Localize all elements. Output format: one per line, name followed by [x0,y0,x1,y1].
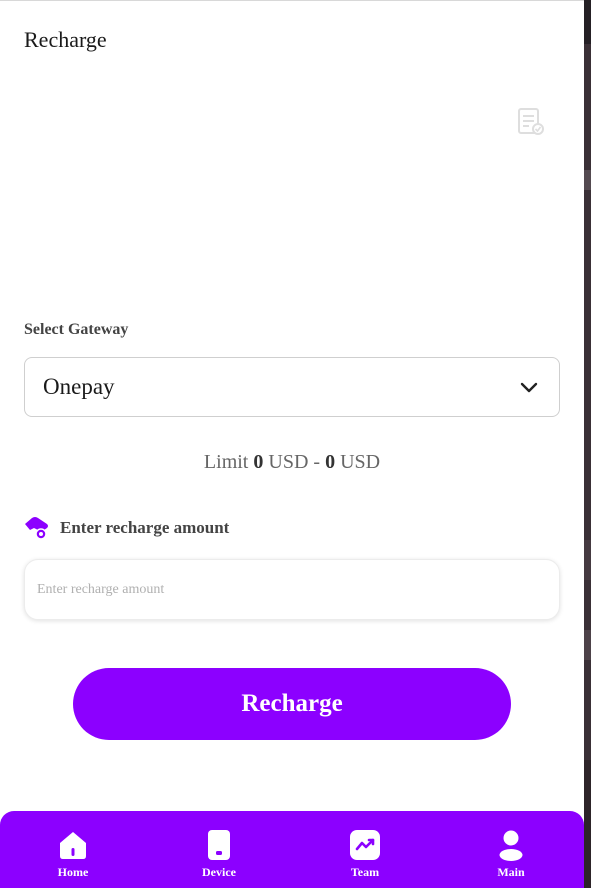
limit-text: Limit 0 USD - 0 USD [0,451,584,474]
limit-min: 0 [253,451,264,473]
home-icon [60,832,86,859]
nav-item-home[interactable]: Home [23,811,123,888]
nav-label-home: Home [57,865,89,879]
amount-label: Enter recharge amount [60,518,230,537]
window-edge [584,0,591,888]
nav-item-device[interactable]: Device [169,811,269,888]
nav-label-main: Main [497,865,525,879]
nav-item-main[interactable]: Main [461,811,561,888]
limit-separator: - [313,451,321,473]
records-list-icon[interactable] [515,107,545,137]
amount-heading: Enter recharge amount [24,515,229,541]
gateway-select[interactable]: Onepay [24,357,560,417]
user-icon [499,830,523,861]
gateway-selected-value: Onepay [43,374,115,399]
limit-prefix: Limit [203,451,249,473]
nav-label-team: Team [350,865,380,879]
limit-min-unit: USD [268,451,309,473]
page-title: Recharge [24,27,107,52]
nav-label-device: Device [202,865,236,879]
recharge-button[interactable]: Recharge [73,668,511,740]
gateway-label: Select Gateway [24,321,129,338]
recharge-page: Recharge Select Gateway Onepay Limit 0 U… [0,0,584,888]
limit-max: 0 [325,451,336,473]
team-chart-icon [350,830,380,860]
amount-input[interactable] [24,559,560,620]
nav-item-team[interactable]: Team [315,811,415,888]
chevron-down-icon [520,382,538,393]
bottom-nav: Home Device Team Main [0,811,584,888]
limit-max-unit: USD [340,451,381,473]
device-icon [208,830,230,860]
coin-hand-icon [25,517,48,540]
